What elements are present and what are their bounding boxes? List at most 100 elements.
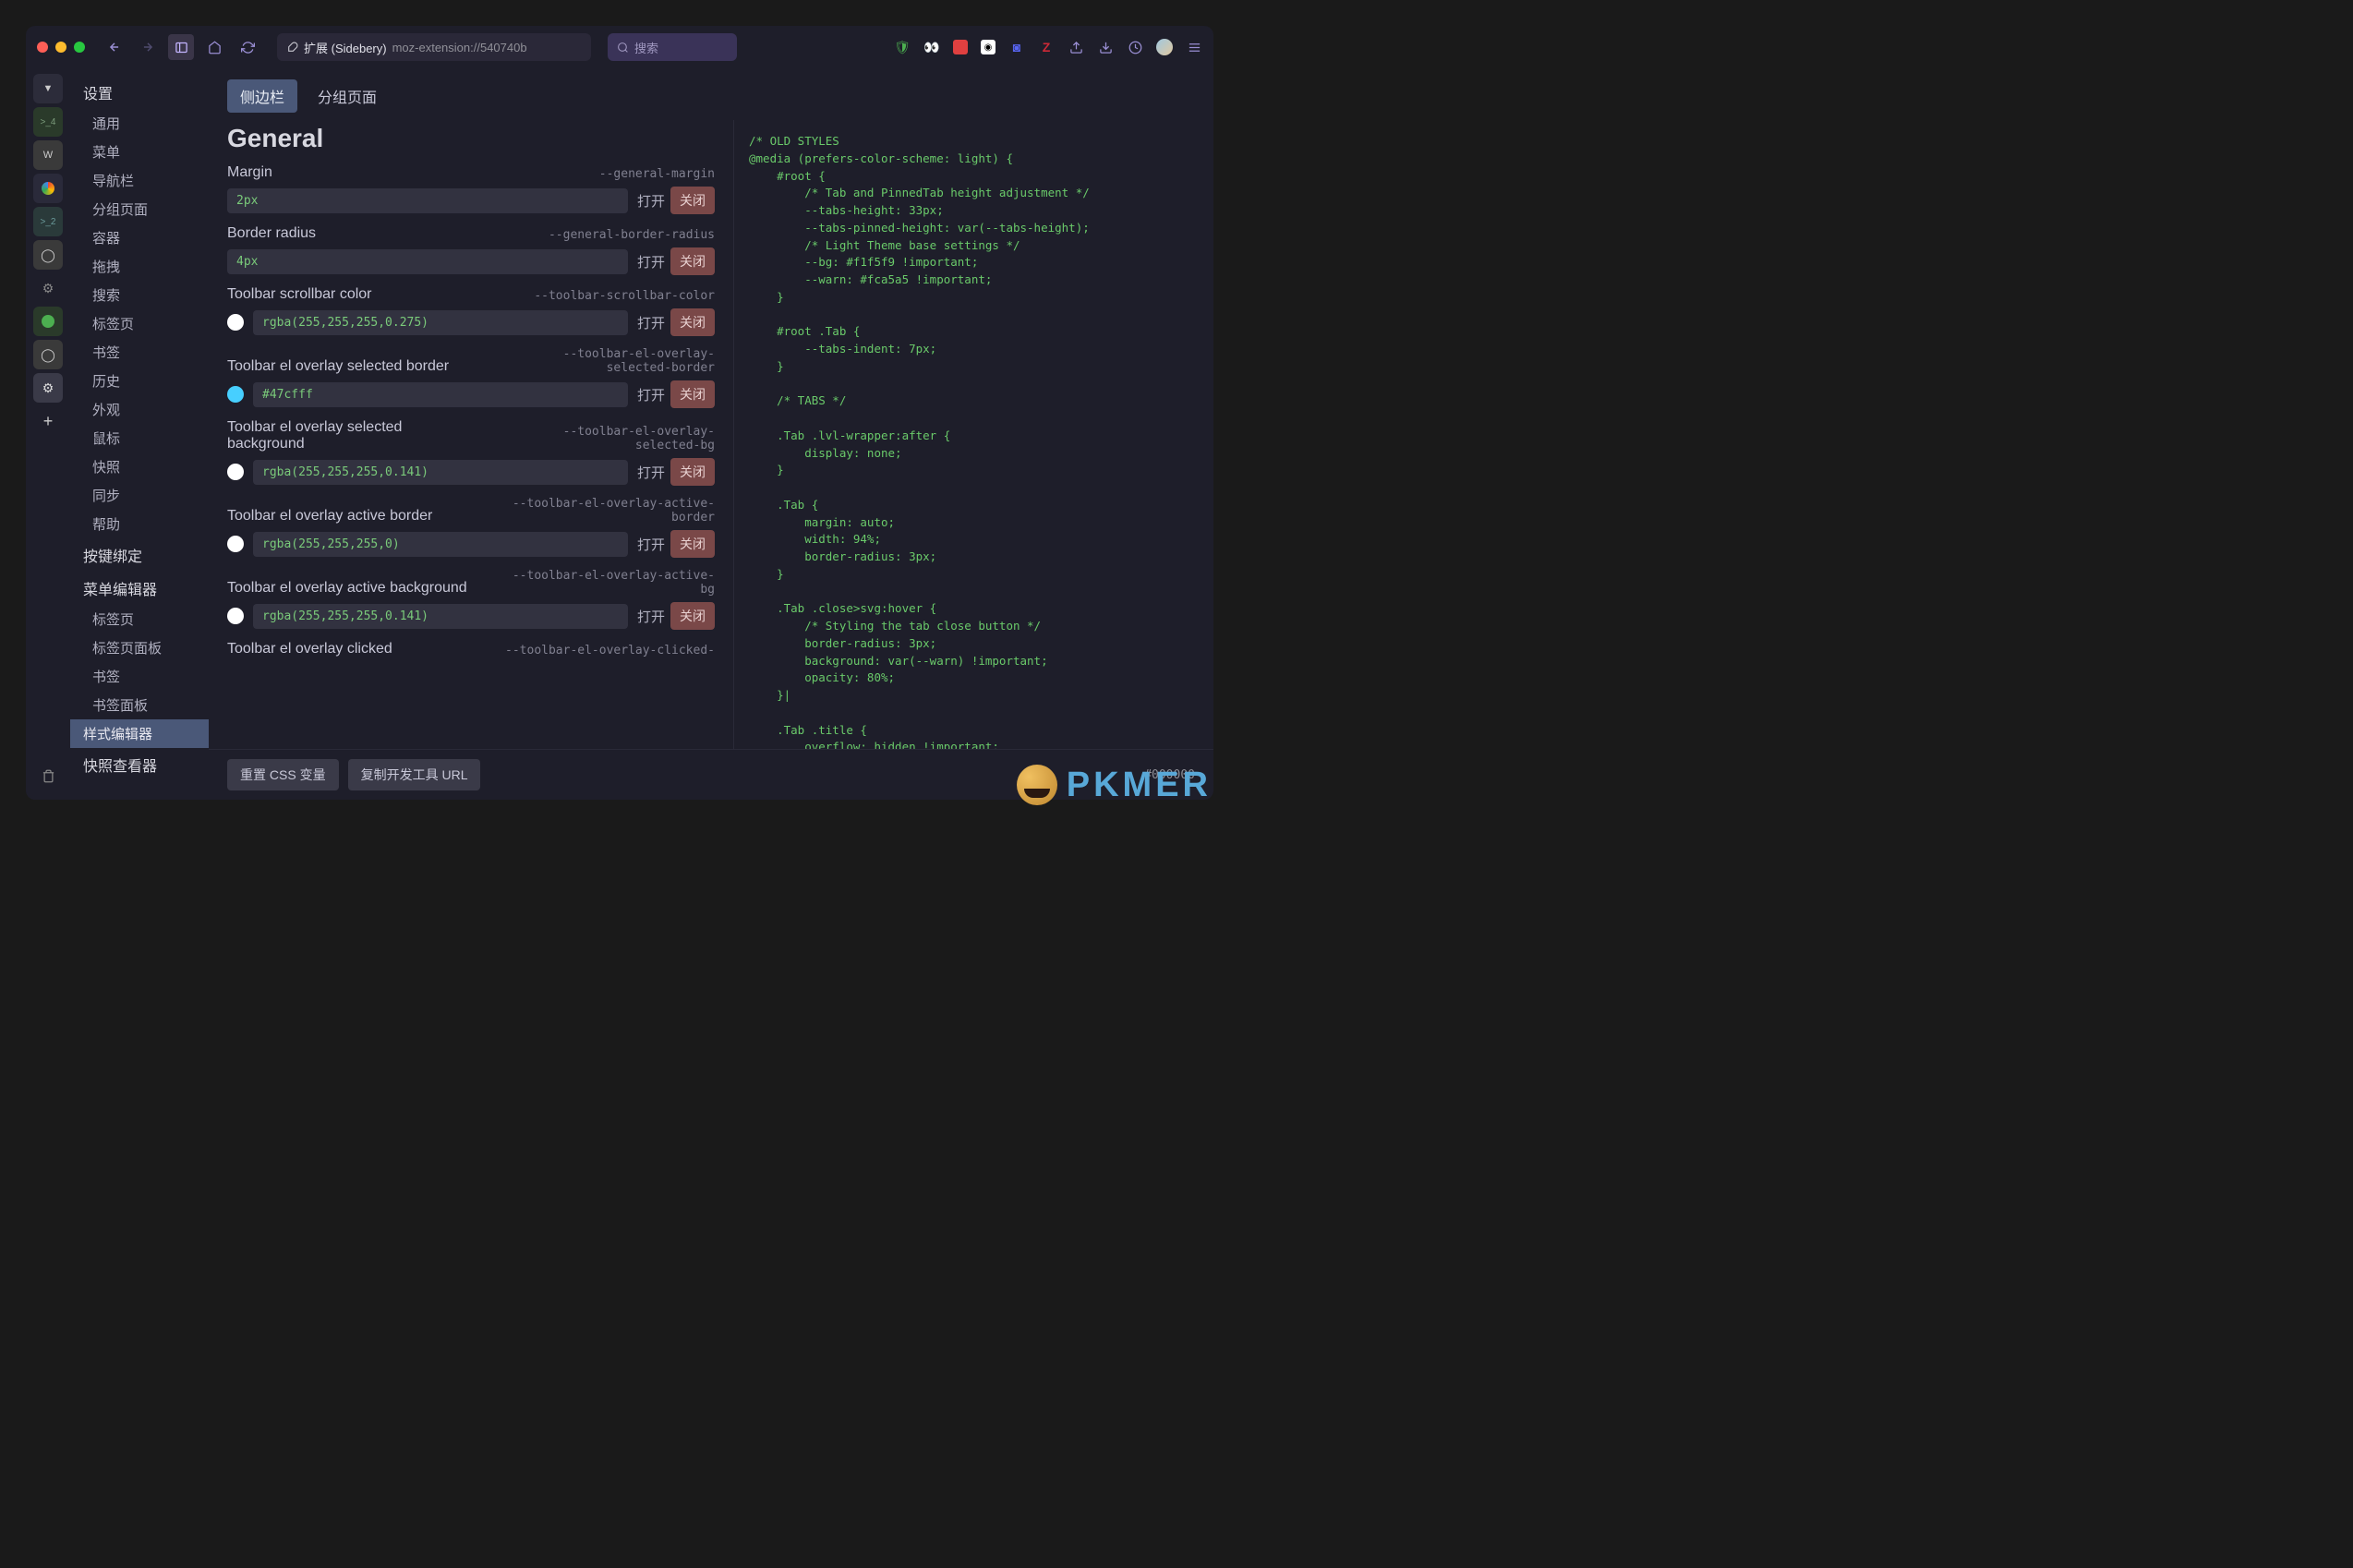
toggle-open-label[interactable]: 打开: [637, 313, 665, 332]
css-var-editor: General Margin --general-margin 打开 关闭 Bo…: [209, 120, 733, 749]
nav-item[interactable]: 拖拽: [70, 252, 209, 281]
nav-item[interactable]: 快照: [70, 452, 209, 481]
nav-head-keybind[interactable]: 按键绑定: [70, 538, 209, 572]
rail-trash[interactable]: [33, 761, 63, 790]
tab-group[interactable]: 分组页面: [305, 79, 390, 113]
nav-item[interactable]: 标签页: [70, 309, 209, 338]
nav-item[interactable]: 通用: [70, 109, 209, 138]
toggle-close-button[interactable]: 关闭: [670, 308, 715, 336]
red-square-icon[interactable]: [953, 40, 968, 54]
toggle-open-label[interactable]: 打开: [637, 463, 665, 482]
close-window[interactable]: [37, 42, 48, 53]
back-button[interactable]: [102, 34, 127, 60]
nav-item[interactable]: 历史: [70, 367, 209, 395]
eyes-icon[interactable]: 👀: [923, 39, 940, 55]
nav-snapshot-viewer[interactable]: 快照查看器: [70, 748, 209, 781]
nav-item[interactable]: 同步: [70, 481, 209, 510]
value-input[interactable]: [253, 460, 628, 485]
history-icon[interactable]: [1127, 39, 1143, 55]
color-swatch[interactable]: [227, 464, 244, 480]
row-label: Margin: [227, 164, 272, 181]
search-placeholder: 搜索: [634, 39, 658, 56]
copy-url-button[interactable]: 复制开发工具 URL: [348, 759, 481, 790]
nav-style-editor[interactable]: 样式编辑器: [70, 719, 209, 748]
nav-item[interactable]: 书签: [70, 662, 209, 691]
value-input[interactable]: [253, 382, 628, 407]
reload-button[interactable]: [235, 34, 260, 60]
nav-item[interactable]: 外观: [70, 395, 209, 424]
panda-icon[interactable]: ◉: [981, 40, 996, 54]
rail-add[interactable]: +: [33, 406, 63, 436]
nav-item[interactable]: 标签页: [70, 605, 209, 633]
toggle-close-button[interactable]: 关闭: [670, 380, 715, 408]
row-label: Toolbar el overlay active background: [227, 580, 467, 597]
reset-css-button[interactable]: 重置 CSS 变量: [227, 759, 339, 790]
maximize-window[interactable]: [74, 42, 85, 53]
nav-item[interactable]: 容器: [70, 223, 209, 252]
toggle-close-button[interactable]: 关闭: [670, 247, 715, 275]
nav-item[interactable]: 鼠标: [70, 424, 209, 452]
nav-item[interactable]: 书签面板: [70, 691, 209, 719]
downloads-icon[interactable]: [1097, 39, 1114, 55]
nav-head-menu-editor[interactable]: 菜单编辑器: [70, 572, 209, 605]
toggle-open-label[interactable]: 打开: [637, 191, 665, 211]
value-input[interactable]: [253, 310, 628, 335]
rail-item-7[interactable]: [33, 307, 63, 336]
menu-icon[interactable]: [1186, 39, 1202, 55]
rail-item-wiki[interactable]: W: [33, 140, 63, 170]
watermark-text: PKMER: [1067, 766, 1212, 805]
rail-collapse[interactable]: ▼: [33, 74, 63, 103]
code-editor[interactable]: /* OLD STYLES @media (prefers-color-sche…: [733, 120, 1213, 749]
tab-sidebar[interactable]: 侧边栏: [227, 79, 297, 113]
color-swatch[interactable]: [227, 608, 244, 624]
nav-item[interactable]: 标签页面板: [70, 633, 209, 662]
nav-item[interactable]: 分组页面: [70, 195, 209, 223]
toggle-close-button[interactable]: 关闭: [670, 187, 715, 214]
toggle-close-button[interactable]: 关闭: [670, 530, 715, 558]
value-input[interactable]: [253, 604, 628, 629]
rail-item-4[interactable]: >_2: [33, 207, 63, 236]
zotero-icon[interactable]: Z: [1038, 39, 1055, 55]
toggle-open-label[interactable]: 打开: [637, 607, 665, 626]
settings-nav: 设置 通用菜单导航栏分组页面容器拖拽搜索标签页书签历史外观鼠标快照同步帮助 按键…: [70, 68, 209, 800]
row-var: --toolbar-el-overlay-active-bg: [502, 569, 715, 597]
rail-item-github[interactable]: ◯: [33, 240, 63, 270]
row-var: --general-border-radius: [549, 228, 715, 242]
rail-item-settings[interactable]: ⚙: [33, 373, 63, 403]
row-var: --toolbar-el-overlay-selected-border: [502, 347, 715, 375]
address-ext-label: 扩展 (Sidebery): [304, 39, 387, 56]
color-swatch[interactable]: [227, 536, 244, 552]
address-bar[interactable]: 扩展 (Sidebery) moz-extension://540740b: [277, 33, 591, 61]
rail-item-1[interactable]: >_4: [33, 107, 63, 137]
value-input[interactable]: [253, 532, 628, 557]
rail-item-google[interactable]: [33, 174, 63, 203]
rail-item-gear[interactable]: ⚙: [33, 273, 63, 303]
toggle-close-button[interactable]: 关闭: [670, 602, 715, 630]
row-var: --toolbar-el-overlay-clicked-: [505, 644, 715, 657]
shield-icon[interactable]: 🛡: [894, 39, 911, 55]
value-input[interactable]: [227, 249, 628, 274]
avatar-icon[interactable]: [1156, 39, 1173, 55]
nav-item[interactable]: 帮助: [70, 510, 209, 538]
nav-item[interactable]: 书签: [70, 338, 209, 367]
css-var-row: Margin --general-margin 打开 关闭: [227, 164, 715, 214]
color-swatch[interactable]: [227, 386, 244, 403]
toggle-open-label[interactable]: 打开: [637, 385, 665, 404]
nav-item[interactable]: 菜单: [70, 138, 209, 166]
pocket-icon[interactable]: [1068, 39, 1084, 55]
value-input[interactable]: [227, 188, 628, 213]
toggle-open-label[interactable]: 打开: [637, 535, 665, 554]
css-var-row: Toolbar scrollbar color --toolbar-scroll…: [227, 286, 715, 336]
forward-button[interactable]: [135, 34, 161, 60]
home-button[interactable]: [201, 34, 227, 60]
toggle-open-label[interactable]: 打开: [637, 252, 665, 271]
minimize-window[interactable]: [55, 42, 66, 53]
toggle-close-button[interactable]: 关闭: [670, 458, 715, 486]
rail-item-gh2[interactable]: ◯: [33, 340, 63, 369]
color-swatch[interactable]: [227, 314, 244, 331]
search-bar[interactable]: 搜索: [608, 33, 737, 61]
discord-icon[interactable]: ◙: [1008, 39, 1025, 55]
nav-item[interactable]: 搜索: [70, 281, 209, 309]
sidebar-toggle[interactable]: [168, 34, 194, 60]
nav-item[interactable]: 导航栏: [70, 166, 209, 195]
